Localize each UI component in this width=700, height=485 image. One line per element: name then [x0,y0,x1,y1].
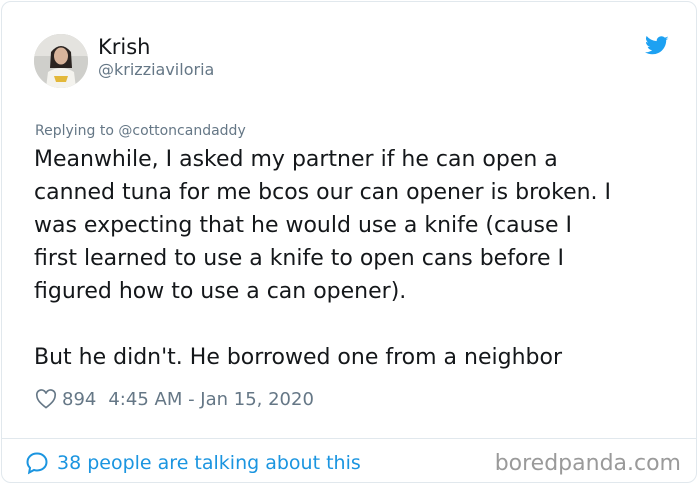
conversation-link[interactable]: 38 people are talking about this [25,450,361,476]
user-handle[interactable]: @krizziaviloria [98,60,214,80]
twitter-bird-icon[interactable] [645,35,669,57]
watermark: boredpanda.com [494,451,681,476]
heart-icon[interactable] [35,389,57,409]
replying-to[interactable]: Replying to @cottoncandaddy [35,122,246,140]
tweet-card: Krish @krizziaviloria Replying to @cotto… [1,1,697,483]
timestamp[interactable]: 4:45 AM - Jan 15, 2020 [108,389,314,410]
tweet-body: Meanwhile, I asked my partner if he can … [34,143,674,374]
divider [2,438,696,439]
tweet-paragraph: Meanwhile, I asked my partner if he can … [34,147,612,304]
avatar[interactable] [34,34,88,88]
tweet-meta: 894 4:45 AM - Jan 15, 2020 [35,387,314,411]
like-count[interactable]: 894 [62,389,96,410]
display-name[interactable]: Krish [98,34,151,60]
tweet-paragraph: But he didn't. He borrowed one from a ne… [34,345,562,370]
speech-bubble-icon [26,452,48,475]
conversation-link-label: 38 people are talking about this [57,452,361,474]
